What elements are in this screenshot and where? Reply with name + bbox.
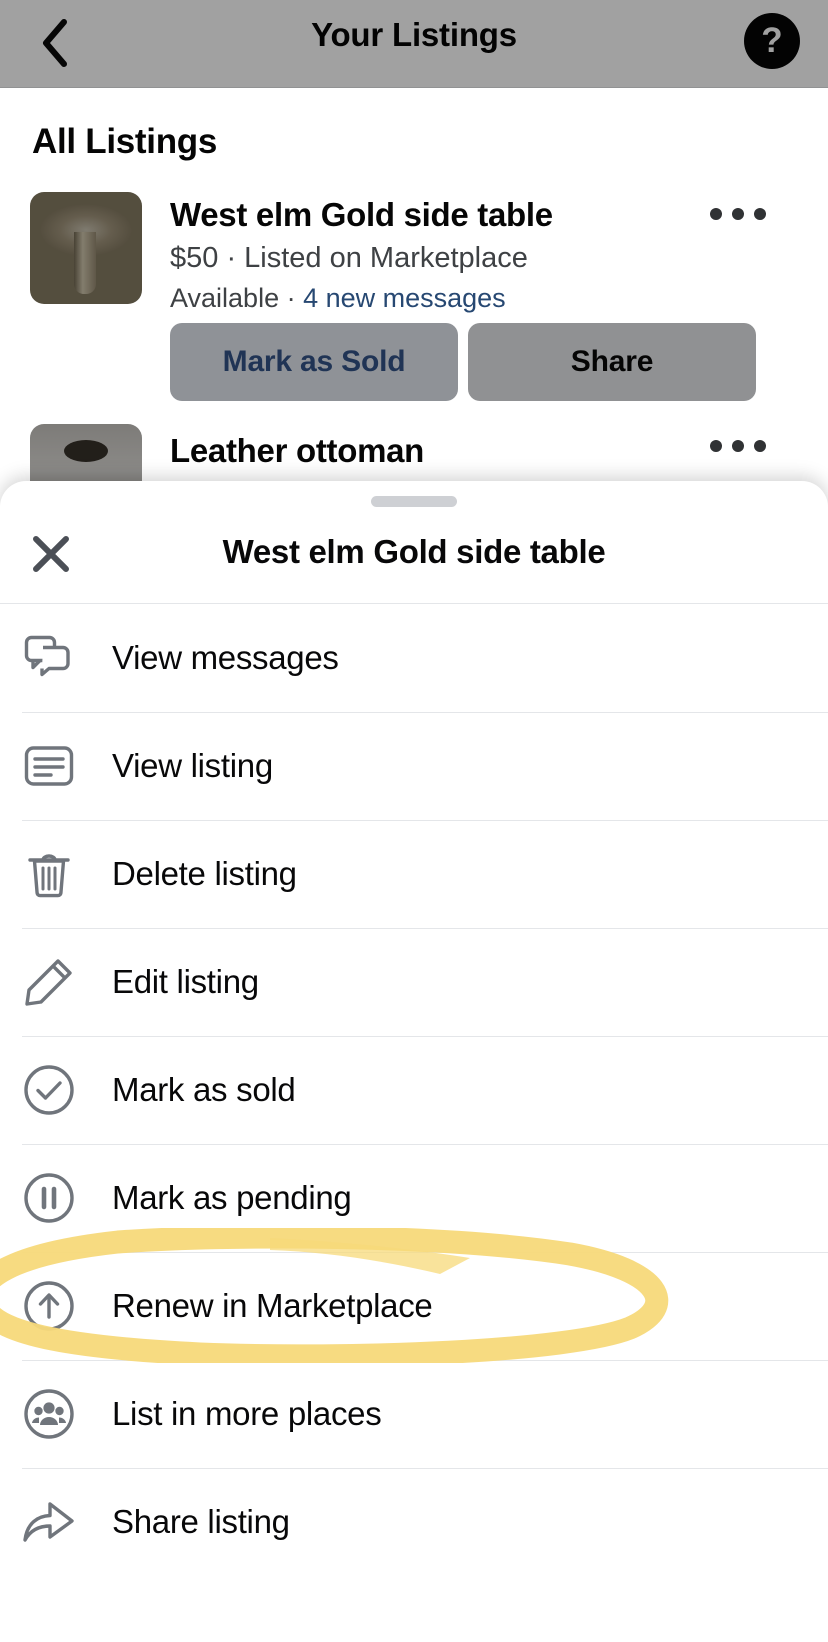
menu-item-share-listing[interactable]: Share listing [0,1468,828,1576]
pause-circle-icon [22,1171,76,1225]
check-circle-icon [22,1063,76,1117]
menu-item-label: List in more places [112,1395,382,1432]
share-arrow-icon [22,1495,76,1549]
menu-item-label: View messages [112,639,339,676]
listing-card-icon [22,739,76,793]
menu-item-label: Edit listing [112,963,259,1000]
menu-item-label: View listing [112,747,273,784]
messages-icon [22,631,76,685]
menu-item-list-in-more-places[interactable]: List in more places [0,1360,828,1468]
menu-item-label: Renew in Marketplace [112,1287,433,1324]
close-button[interactable] [22,525,80,583]
menu-item-mark-as-pending[interactable]: Mark as pending [0,1144,828,1252]
menu-item-label: Share listing [112,1503,290,1540]
sheet-title: West elm Gold side table [222,533,606,570]
sheet-header: West elm Gold side table [0,481,828,604]
arrow-up-circle-icon [22,1279,76,1333]
options-list: View messages View listing Delete listin… [0,604,828,1642]
listing-options-sheet: West elm Gold side table View messages V… [0,481,828,1642]
trash-icon [22,847,76,901]
people-circle-icon [22,1387,76,1441]
menu-item-view-messages[interactable]: View messages [0,604,828,712]
menu-item-delete-listing[interactable]: Delete listing [0,820,828,928]
menu-item-label: Mark as sold [112,1071,296,1108]
menu-item-mark-as-sold[interactable]: Mark as sold [0,1036,828,1144]
menu-item-label: Delete listing [112,855,297,892]
menu-item-renew-in-marketplace[interactable]: Renew in Marketplace [0,1252,828,1360]
app-screen: Your Listings ? All Listings West elm Go… [0,0,828,1642]
pencil-icon [22,955,76,1009]
menu-item-edit-listing[interactable]: Edit listing [0,928,828,1036]
menu-item-view-listing[interactable]: View listing [0,712,828,820]
close-icon [33,536,69,572]
menu-item-label: Mark as pending [112,1179,352,1216]
